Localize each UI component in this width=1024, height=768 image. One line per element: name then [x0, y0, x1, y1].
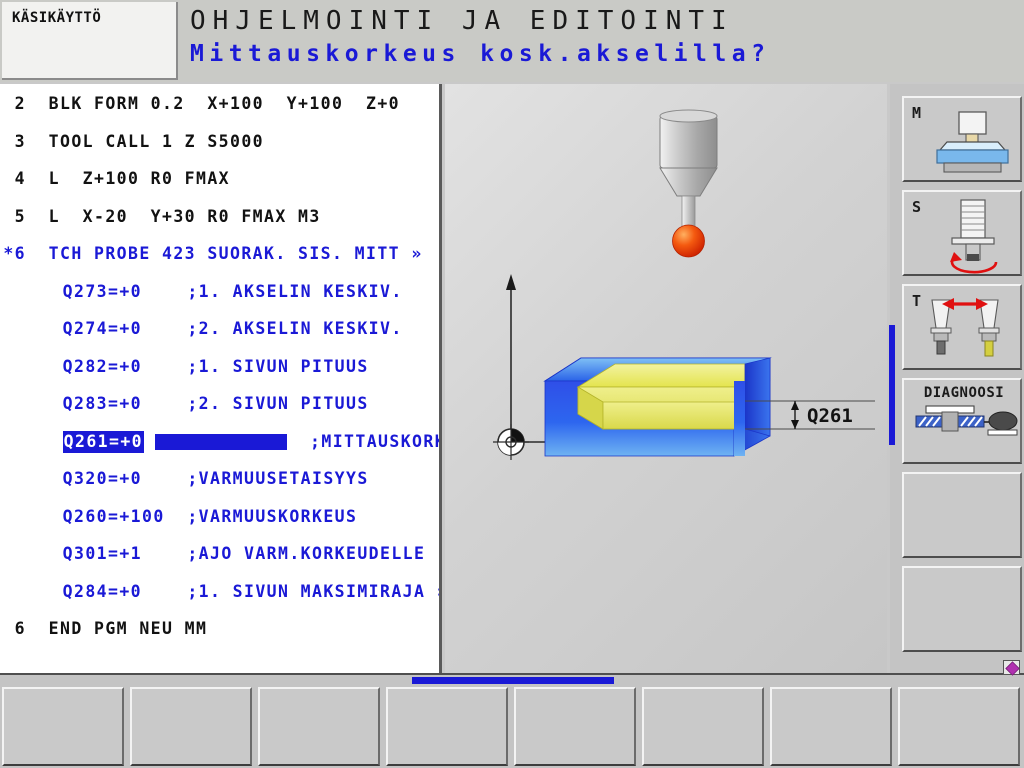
softkey-tool-t[interactable]: T	[902, 284, 1022, 370]
softkey-letter-m: M	[912, 104, 922, 122]
page-title: OHJELMOINTI JA EDITOINTI	[190, 6, 734, 36]
program-line-text: END PGM NEU MM	[48, 619, 208, 638]
program-line-text: BLK FORM 0.2 X+100 Y+100 Z+0	[48, 94, 401, 113]
z-axis-arrow	[506, 274, 516, 442]
program-line-text: Q284=+0 ;1. SIVUN MAKSIMIRAJA »	[62, 581, 442, 601]
program-line[interactable]: 4 L Z+100 R0 FMAX	[0, 169, 439, 193]
softkey-machine-m[interactable]: M	[902, 96, 1022, 182]
active-parameter-comment: ;MITTAUSKORKEUS	[310, 431, 439, 451]
program-line[interactable]: Q273=+0 ;1. AKSELIN KESKIV.	[0, 281, 439, 306]
program-line-number: 6	[14, 619, 26, 638]
bottom-softkey-row	[0, 685, 1024, 768]
program-line-text: L X-20 Y+30 R0 FMAX M3	[48, 206, 321, 226]
program-line-number: 5	[14, 206, 26, 226]
program-line[interactable]: 3 TOOL CALL 1 Z S5000	[0, 131, 439, 156]
program-line[interactable]: Q301=+1 ;AJO VARM.KORKEUDELLE	[0, 544, 439, 568]
program-line[interactable]: 2 BLK FORM 0.2 X+100 Y+100 Z+0	[0, 94, 439, 118]
softkey-empty-5[interactable]	[902, 472, 1022, 558]
tool-change-icon	[930, 298, 1000, 357]
bottom-softkey-8[interactable]	[898, 687, 1020, 766]
program-line-text: Q301=+1 ;AJO VARM.KORKEUDELLE	[62, 544, 426, 563]
dialog-prompt: Mittauskorkeus kosk.akselilla?	[190, 41, 771, 67]
bottom-softkey-7[interactable]	[770, 687, 892, 766]
logo-diamond	[1005, 661, 1020, 676]
softkey-label-diagnoosi: DIAGNOOSI	[923, 385, 1005, 401]
program-line-text: Q274=+0 ;2. AKSELIN KESKIV.	[62, 319, 403, 338]
program-line-text: Q273=+0 ;1. AKSELIN KESKIV.	[62, 281, 403, 301]
manufacturer-logo-icon	[1003, 660, 1020, 676]
bottom-softkey-page-marker	[412, 677, 614, 684]
cycle-help-graphic: Q261	[493, 109, 875, 460]
program-line[interactable]: *6 TCH PROBE 423 SUORAK. SIS. MITT »	[0, 244, 439, 268]
cnc-control-screen: KÄSIKÄYTTÖ OHJELMOINTI JA EDITOINTI Mitt…	[0, 0, 1024, 768]
bottom-softkey-1[interactable]	[2, 687, 124, 766]
program-line[interactable]: Q283=+0 ;2. SIVUN PITUUS	[0, 394, 439, 418]
spindle-speed-icon	[950, 199, 998, 274]
active-parameter-label[interactable]: Q261=+0	[62, 430, 145, 453]
bottom-softkey-2[interactable]	[130, 687, 252, 766]
operating-mode-tab[interactable]: KÄSIKÄYTTÖ	[2, 2, 178, 80]
touch-probe-icon	[659, 109, 718, 258]
bottom-softkey-4[interactable]	[386, 687, 508, 766]
program-line-text: TOOL CALL 1 Z S5000	[48, 131, 265, 151]
program-line-number: 4	[14, 169, 26, 188]
operating-mode-label: KÄSIKÄYTTÖ	[12, 10, 102, 26]
machine-table-icon	[936, 111, 1009, 173]
workpiece-front-shoulder	[734, 381, 745, 456]
program-line-text: Q282=+0 ;1. SIVUN PITUUS	[62, 356, 369, 376]
program-line-text: L Z+100 R0 FMAX	[48, 169, 231, 188]
datum-origin-icon	[493, 424, 529, 460]
program-line[interactable]: Q274=+0 ;2. AKSELIN KESKIV.	[0, 319, 439, 343]
vertical-softkey-page-marker	[889, 325, 895, 445]
bottom-softkey-6[interactable]	[642, 687, 764, 766]
program-line[interactable]: Q260=+100 ;VARMUUSKORKEUS	[0, 506, 439, 531]
program-line[interactable]: 5 L X-20 Y+30 R0 FMAX M3	[0, 206, 439, 231]
workpiece-right-shoulder	[744, 357, 771, 437]
program-line[interactable]: 6 END PGM NEU MM	[0, 619, 439, 643]
bottom-softkey-5[interactable]	[514, 687, 636, 766]
header-bar: KÄSIKÄYTTÖ OHJELMOINTI JA EDITOINTI Mitt…	[0, 0, 1024, 82]
softkey-diagnosis[interactable]: DIAGNOOSI	[902, 378, 1022, 464]
program-line-text: Q320=+0 ;VARMUUSETAISYYS	[62, 469, 369, 488]
program-line-number: 2	[14, 94, 26, 113]
vertical-softkey-column: M S T DIAGNOOSI	[890, 84, 1024, 673]
pocket-inner-face	[602, 401, 746, 430]
program-line-text: Q283=+0 ;2. SIVUN PITUUS	[62, 394, 369, 413]
header-title-group: OHJELMOINTI JA EDITOINTI Mittauskorkeus …	[190, 4, 1020, 70]
q261-dimension	[791, 401, 799, 429]
parameter-input-cursor[interactable]	[155, 433, 288, 450]
program-line[interactable]: Q282=+0 ;1. SIVUN PITUUS	[0, 356, 439, 381]
program-line[interactable]: Q284=+0 ;1. SIVUN MAKSIMIRAJA »	[0, 581, 442, 606]
program-line[interactable]: Q320=+0 ;VARMUUSETAISYYS	[0, 469, 439, 493]
program-listing-panel[interactable]: 2 BLK FORM 0.2 X+100 Y+100 Z+0 3 TOOL CAL…	[0, 84, 442, 673]
help-graphic-panel: Q261	[445, 84, 887, 675]
program-line-text: Q260=+100 ;VARMUUSKORKEUS	[62, 506, 358, 526]
bottom-softkey-3[interactable]	[258, 687, 380, 766]
program-line-text: TCH PROBE 423 SUORAK. SIS. MITT »	[48, 244, 423, 263]
program-line-number: 3	[14, 131, 26, 151]
program-line-number: *6	[3, 244, 26, 263]
softkey-letter-t: T	[912, 292, 922, 310]
program-line-active[interactable]: Q261=+0 ;MITTAUSKORKEUS	[0, 430, 439, 456]
softkey-empty-6[interactable]	[902, 566, 1022, 652]
softkey-letter-s: S	[912, 198, 922, 216]
q261-dimension-label: Q261	[807, 405, 853, 427]
softkey-spindle-s[interactable]: S	[902, 190, 1022, 276]
